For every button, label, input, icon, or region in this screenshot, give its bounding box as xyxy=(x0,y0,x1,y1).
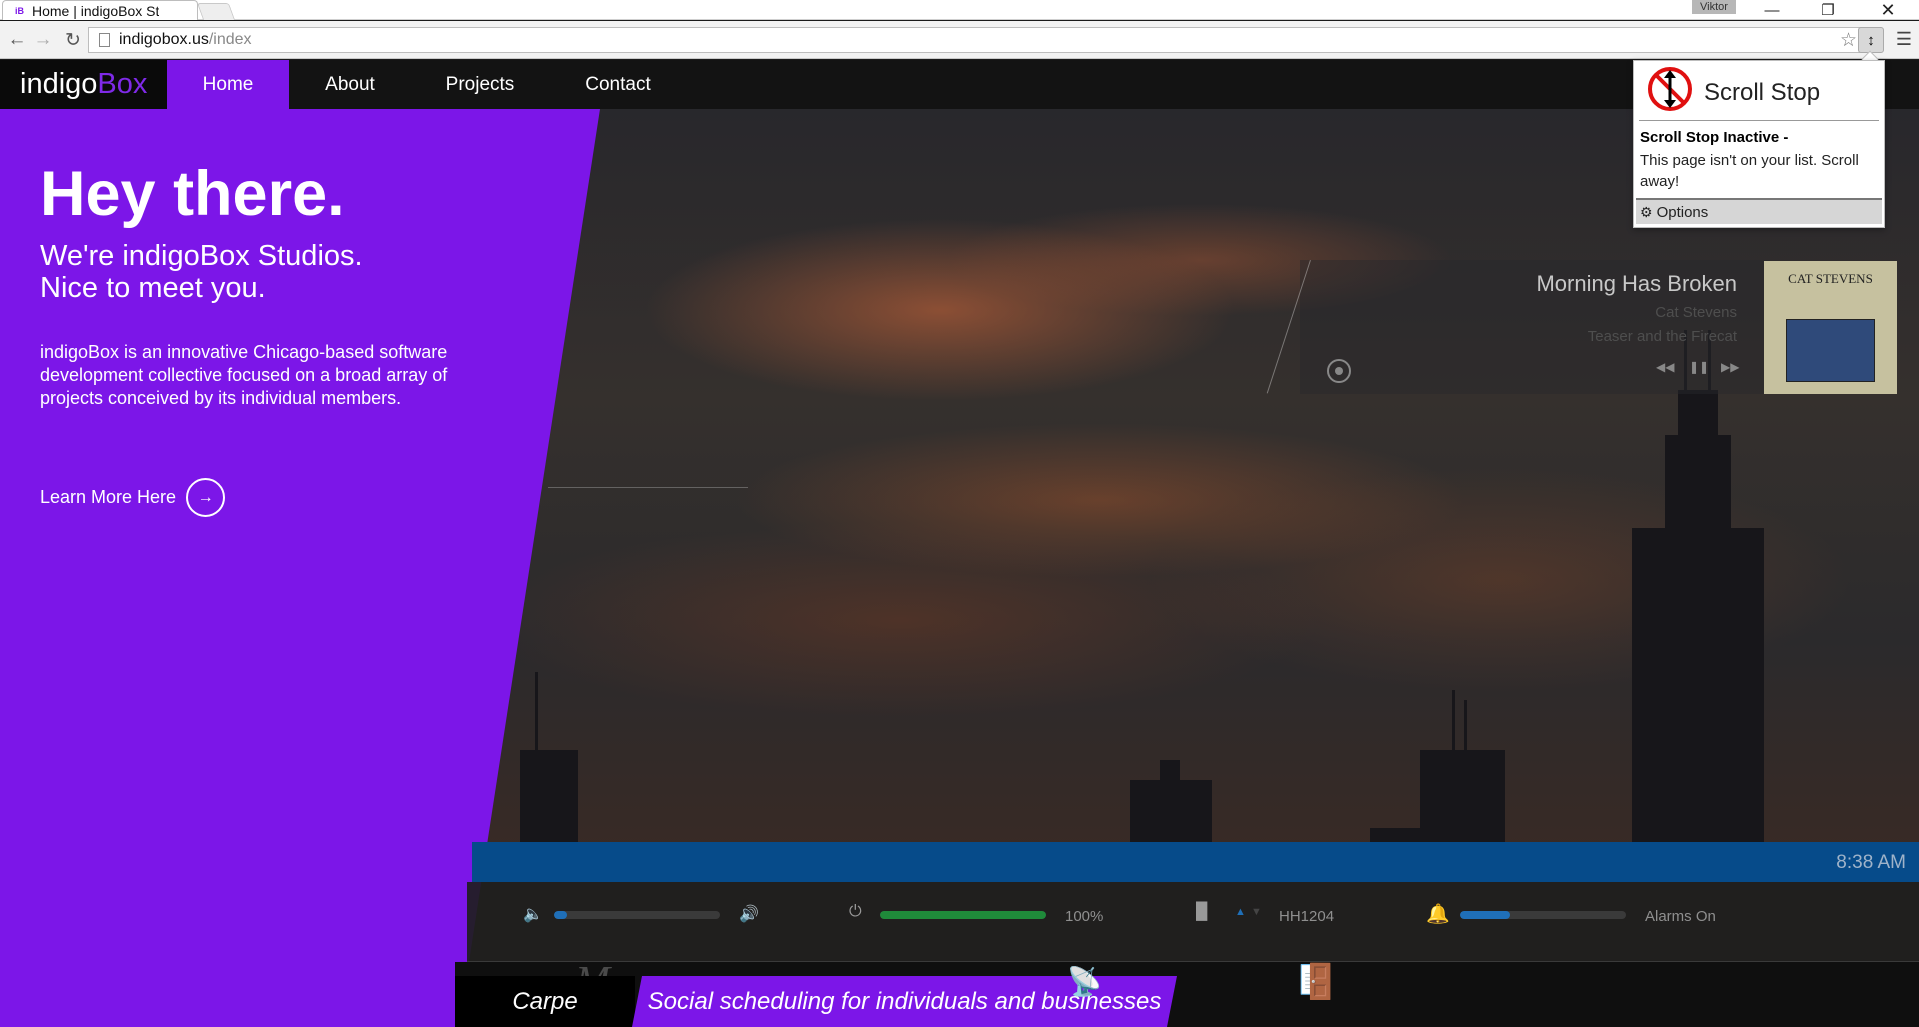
song-album: Teaser and the Firecat xyxy=(1587,328,1737,345)
system-controls: 🔈 🔊 ⏻ 100% █ ▲ ▼ HH1204 🔔 Alarms On xyxy=(467,882,1919,962)
gear-icon: ⚙ xyxy=(1640,203,1653,220)
scroll-stop-popup: Scroll Stop Scroll Stop Inactive - This … xyxy=(1633,60,1885,228)
learn-more-label: Learn More Here xyxy=(40,487,177,507)
door-icon[interactable]: 🚪 xyxy=(1299,962,1341,1002)
profile-badge[interactable]: Viktor xyxy=(1692,0,1736,14)
reload-icon[interactable]: ↻ xyxy=(62,29,84,51)
page-icon xyxy=(99,33,110,47)
site-logo[interactable]: indigo Box xyxy=(0,60,167,109)
nav-home[interactable]: Home xyxy=(167,60,289,109)
browser-titlebar: iB Home | indigoBox St Viktor — ❐ ✕ xyxy=(0,0,1919,20)
back-arrow-icon[interactable]: ← xyxy=(6,29,28,51)
network-name: HH1204 xyxy=(1279,908,1335,925)
minimize-button[interactable]: — xyxy=(1752,0,1792,20)
hero-subtitle-line-1: We're indigoBox Studios. xyxy=(40,240,363,272)
bookmark-star-icon[interactable]: ☆ xyxy=(1840,29,1857,52)
new-tab-button[interactable] xyxy=(196,3,236,20)
popup-options-button[interactable]: ⚙ Options xyxy=(1636,198,1882,224)
site-navbar: indigo Box Home About Projects Contact xyxy=(0,60,1919,109)
volume-level xyxy=(554,911,568,919)
popup-options-label: Options xyxy=(1656,203,1709,221)
url-path: /index xyxy=(208,31,252,48)
bell-icon: 🔔 xyxy=(1426,904,1450,925)
scroll-stop-extension-icon[interactable]: ↕ xyxy=(1858,27,1884,53)
popup-title: Scroll Stop xyxy=(1704,79,1821,106)
battery-level xyxy=(880,911,1046,919)
upload-arrow-icon: ▲ xyxy=(1235,906,1246,918)
download-arrow-icon: ▼ xyxy=(1251,906,1262,918)
song-title: Morning Has Broken xyxy=(1536,271,1737,296)
divider-line xyxy=(548,487,748,488)
url-host: indigobox.us xyxy=(119,31,209,48)
forward-arrow-icon[interactable]: → xyxy=(32,29,54,51)
previous-track-icon[interactable]: ◀◀ xyxy=(1656,360,1674,374)
clock: 8:38 AM xyxy=(1836,852,1906,873)
project-name[interactable]: Carpe xyxy=(455,976,635,1027)
album-cover: CAT STEVENS xyxy=(1764,261,1897,394)
restore-button[interactable]: ❐ xyxy=(1808,0,1848,20)
alarm-level xyxy=(1460,911,1510,919)
volume-slider[interactable] xyxy=(554,911,720,919)
arrow-right-icon[interactable]: → xyxy=(186,478,226,517)
status-bar: 8:38 AM xyxy=(472,842,1919,882)
tab-title: Home | indigoBox St xyxy=(32,2,160,19)
popup-message: This page isn't on your list. Scroll awa… xyxy=(1640,152,1859,190)
nav-contact[interactable]: Contact xyxy=(568,60,668,109)
alarm-slider[interactable] xyxy=(1460,911,1626,919)
nav-projects[interactable]: Projects xyxy=(430,60,530,109)
page-viewport: indigo Box Home About Projects Contact He… xyxy=(0,60,1919,1027)
logo-text-box: Box xyxy=(97,68,148,100)
hero-description: indigoBox is an innovative Chicago-based… xyxy=(40,342,448,408)
logo-text-indigo: indigo xyxy=(20,68,98,100)
popup-status: Scroll Stop Inactive - xyxy=(1640,129,1789,146)
battery-percent: 100% xyxy=(1065,908,1104,925)
nav-about[interactable]: About xyxy=(300,60,400,109)
popup-divider xyxy=(1639,120,1879,121)
hero-title: Hey there. xyxy=(40,159,345,229)
album-artwork xyxy=(1786,319,1875,382)
power-plug-icon: ⏻ xyxy=(849,903,862,920)
battery-bar xyxy=(880,911,1046,919)
site-favicon: iB xyxy=(15,5,24,16)
signal-icon: █ xyxy=(1196,903,1208,920)
browser-tab-active[interactable]: iB Home | indigoBox St xyxy=(2,0,198,20)
hero-subtitle: We're indigoBox Studios. Nice to meet yo… xyxy=(40,240,363,304)
album-cover-artist: CAT STEVENS xyxy=(1788,271,1873,286)
learn-more-link[interactable]: Learn More Here → xyxy=(40,478,226,517)
volume-high-icon: 🔊 xyxy=(739,906,759,923)
song-artist: Cat Stevens xyxy=(1655,304,1737,321)
scroll-stop-logo-icon xyxy=(1648,67,1692,111)
satellite-icon[interactable]: 📡 xyxy=(1067,965,1102,998)
address-bar[interactable]: indigobox.us/index ☆ xyxy=(88,27,1868,53)
radio-dial-icon[interactable] xyxy=(1327,359,1351,383)
next-track-icon[interactable]: ▶▶ xyxy=(1721,360,1739,374)
browser-toolbar: ← → ↻ indigobox.us/index ☆ ↕ ☰ xyxy=(0,21,1919,59)
alarm-status: Alarms On xyxy=(1645,908,1716,925)
hero-subtitle-line-2: Nice to meet you. xyxy=(40,272,266,304)
volume-low-icon: 🔈 xyxy=(523,906,543,923)
hamburger-menu-icon[interactable]: ☰ xyxy=(1894,28,1914,50)
pause-icon[interactable]: ❚❚ xyxy=(1689,360,1709,374)
close-window-button[interactable]: ✕ xyxy=(1868,0,1908,20)
